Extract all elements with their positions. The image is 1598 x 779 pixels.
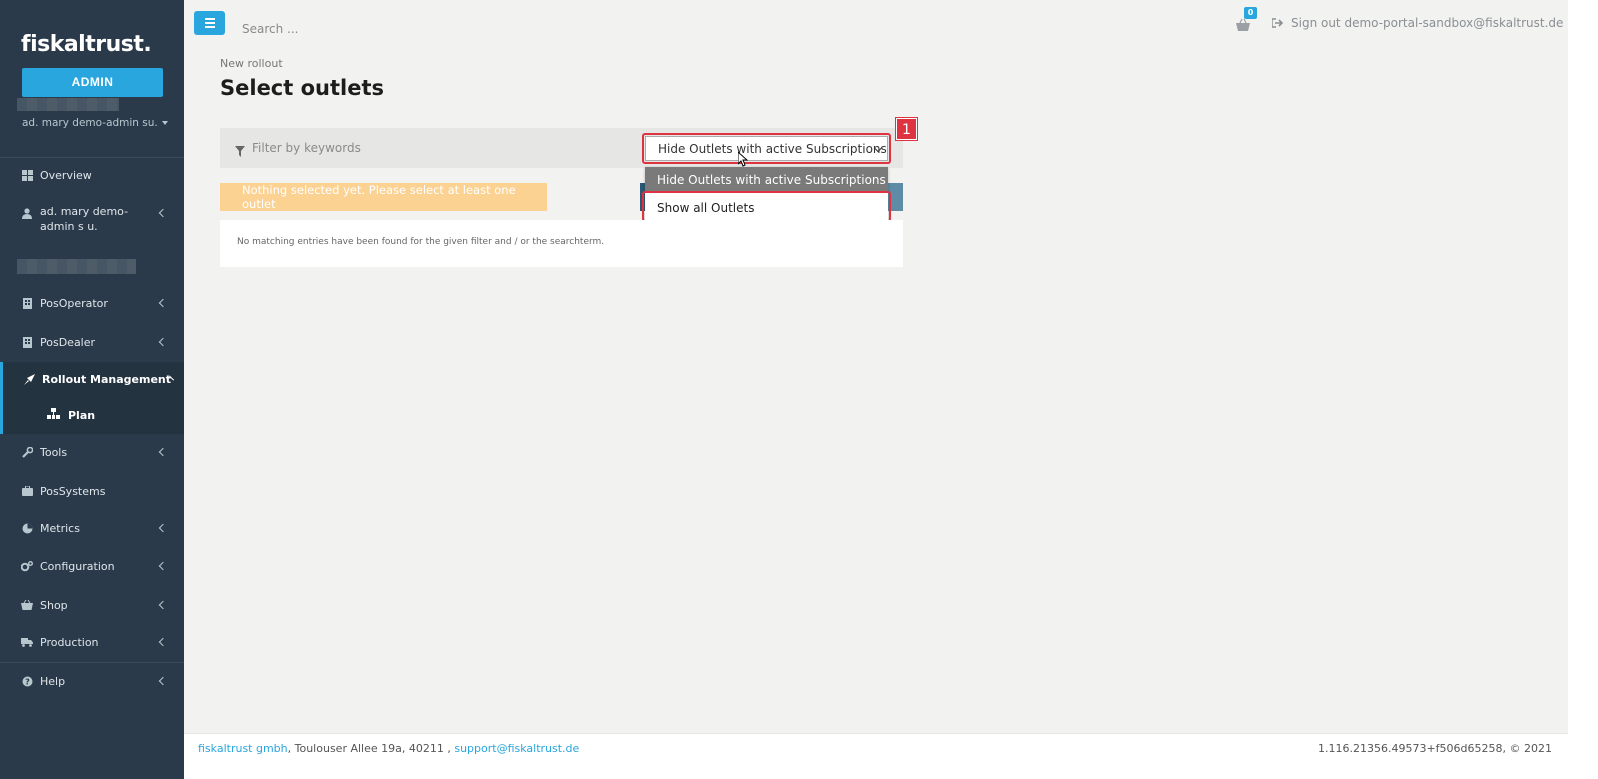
menu-line [204, 22, 215, 24]
sidebar-item-plan[interactable]: Plan [0, 396, 184, 434]
sidebar-item-shop[interactable]: Shop [0, 590, 184, 620]
selection-warning: Nothing selected yet. Please select at l… [220, 183, 547, 211]
pie-chart-icon [21, 522, 33, 534]
signout-link[interactable]: Sign out demo-portal-sandbox@fiskaltrust… [1272, 16, 1563, 30]
filter-icon [235, 142, 245, 161]
sidebar-item-label: PosDealer [40, 335, 96, 349]
footer: fiskaltrust gmbh, Toulouser Allee 19a, 4… [184, 733, 1568, 779]
sidebar-item-label: Plan [68, 408, 96, 422]
chevron-left-icon [158, 637, 168, 647]
footer-address: , Toulouser Allee 19a, 40211 , [287, 742, 455, 755]
hamburger-menu-button[interactable] [194, 11, 225, 35]
sidebar-item-label: Tools [40, 445, 68, 459]
chevron-left-icon [158, 208, 168, 218]
rocket-icon [24, 373, 35, 385]
sidebar-item-label: Rollout Management [42, 372, 172, 386]
annotation-highlight-1 [642, 133, 891, 164]
question-icon: ? [21, 675, 33, 687]
sidebar-item-label: Shop [40, 598, 68, 612]
chevron-left-icon [158, 298, 168, 308]
divider [0, 157, 184, 158]
redacted-text [17, 98, 119, 111]
truck-icon [21, 636, 33, 648]
chevron-left-icon [158, 523, 168, 533]
sidebar-item-label: Configuration [40, 559, 115, 573]
sidebar-item-overview[interactable]: Overview [0, 160, 184, 190]
sidebar: fiskaltrust. ADMIN ad. mary demo-admin s… [0, 0, 184, 779]
option-hide-outlets[interactable]: Hide Outlets with active Subscriptions [645, 167, 888, 192]
cart-count-badge: 0 [1244, 7, 1257, 19]
mouse-cursor-icon [737, 150, 749, 171]
svg-text:?: ? [25, 677, 30, 686]
brand-logo: fiskaltrust. [21, 32, 152, 57]
sidebar-item-user[interactable]: ad. mary demo-admin s u. [0, 204, 184, 238]
chevron-left-icon [158, 337, 168, 347]
chevron-left-icon [158, 676, 168, 686]
annotation-highlight-2 [642, 191, 891, 222]
support-email-link[interactable]: support@fiskaltrust.de [454, 742, 579, 755]
grid-icon [21, 169, 33, 181]
sidebar-item-production[interactable]: Production [0, 627, 184, 657]
page-title: Select outlets [220, 76, 385, 100]
sidebar-item-metrics[interactable]: Metrics [0, 513, 184, 543]
user-icon [21, 207, 33, 219]
building-icon [21, 336, 33, 348]
outlets-table: No matching entries have been found for … [220, 220, 903, 267]
filter-keywords-input[interactable] [252, 138, 602, 158]
sidebar-item-help[interactable]: ? Help [0, 666, 184, 696]
sidebar-item-label: Metrics [40, 521, 80, 535]
caret-down-icon [161, 121, 168, 125]
menu-line [204, 18, 215, 20]
redacted-text [17, 259, 136, 274]
sidebar-item-label: PosOperator [40, 296, 108, 310]
cogs-icon [21, 560, 33, 572]
sidebar-item-configuration[interactable]: Configuration [0, 551, 184, 581]
admin-button[interactable]: ADMIN [22, 68, 163, 97]
chevron-left-icon [158, 447, 168, 457]
sidebar-item-label: Help [40, 674, 66, 688]
signout-label: Sign out demo-portal-sandbox@fiskaltrust… [1291, 16, 1564, 30]
sidebar-item-rollout-management[interactable]: Rollout Management [0, 362, 184, 396]
breadcrumb: New rollout [220, 57, 283, 70]
sidebar-item-posdealer[interactable]: PosDealer [0, 327, 184, 357]
chevron-left-icon [158, 561, 168, 571]
sidebar-item-label: ad. mary demo-admin s u. [40, 205, 129, 233]
user-select-label: ad. mary demo-admin su. [22, 117, 158, 129]
sign-out-icon [1272, 18, 1283, 28]
chevron-left-icon [158, 600, 168, 610]
sidebar-item-posoperator[interactable]: PosOperator [0, 288, 184, 318]
annotation-badge-1: 1 [896, 118, 917, 140]
briefcase-icon [21, 485, 33, 497]
sidebar-item-possystems[interactable]: PosSystems [0, 476, 184, 506]
empty-message: No matching entries have been found for … [237, 237, 605, 247]
footer-info: fiskaltrust gmbh, Toulouser Allee 19a, 4… [198, 742, 579, 755]
sidebar-item-label: Overview [40, 168, 92, 182]
version-info: 1.116.21356.49573+f506d65258, © 2021 [1317, 742, 1552, 755]
user-select[interactable]: ad. mary demo-admin su. [22, 117, 168, 129]
company-link[interactable]: fiskaltrust gmbh [198, 742, 288, 755]
basket-icon [21, 599, 33, 611]
search-input[interactable] [242, 19, 502, 39]
building-icon [21, 297, 33, 309]
sidebar-item-tools[interactable]: Tools [0, 437, 184, 467]
menu-line [204, 26, 215, 28]
sidebar-item-label: Production [40, 635, 99, 649]
window-edge [1568, 0, 1598, 779]
sidebar-item-label: PosSystems [40, 484, 106, 498]
divider [0, 662, 184, 663]
wrench-icon [21, 446, 33, 458]
sitemap-icon [47, 408, 60, 422]
